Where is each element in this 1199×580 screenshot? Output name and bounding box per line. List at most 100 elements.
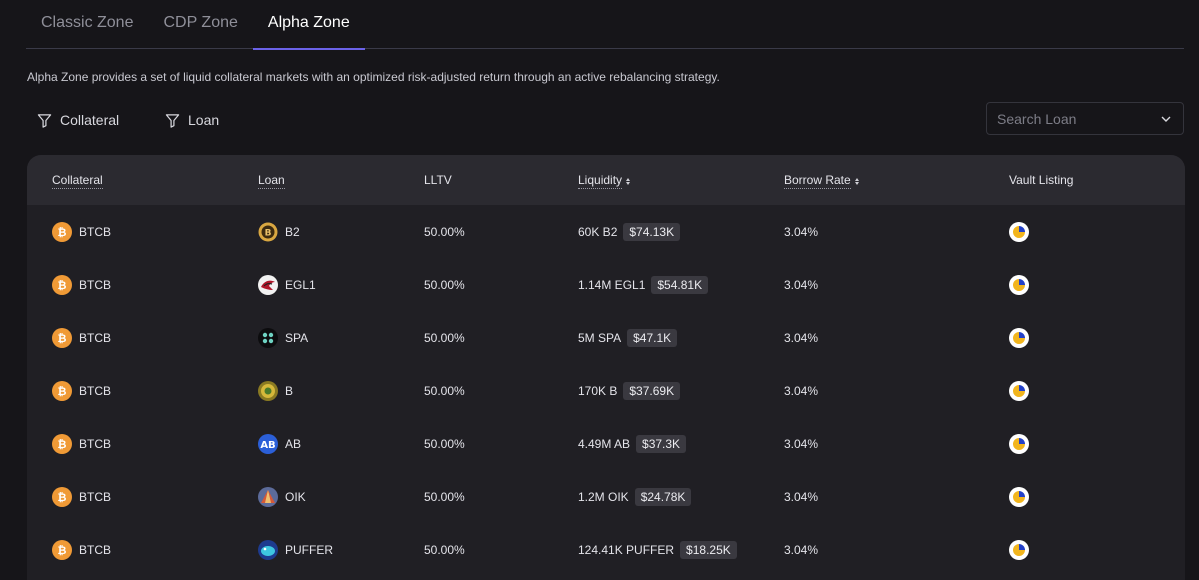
tab-classic-zone[interactable]: Classic Zone xyxy=(26,0,148,49)
search-loan-placeholder: Search Loan xyxy=(997,110,1077,127)
liquidity-usd-badge: $24.78K xyxy=(634,487,692,506)
loan-cell: SPA xyxy=(258,311,308,364)
btcb-token-icon: ₿ xyxy=(52,433,72,454)
search-loan-select[interactable]: Search Loan xyxy=(986,102,1184,135)
vault-listing-cell xyxy=(1009,258,1029,311)
vault-logo-icon[interactable] xyxy=(1009,486,1029,507)
vault-listing-cell xyxy=(1009,364,1029,417)
liquidity-cell: 1.2M OIK $24.78K xyxy=(578,470,692,523)
collateral-cell: ₿ BTCB xyxy=(52,417,111,470)
table-row[interactable]: ₿ BTCB EGL1 50.00% 1.14M EGL1 $54.81K 3.04% xyxy=(27,258,1185,311)
lltv-cell: 50.00% xyxy=(424,277,465,292)
liquidity-usd-badge: $37.69K xyxy=(623,381,681,400)
collateral-cell: ₿ BTCB xyxy=(52,470,111,523)
table-row[interactable]: ₿ BTCB OIK 50.00% 1.2M OIK $24.78K 3.04% xyxy=(27,470,1185,523)
header-borrow-rate[interactable]: Borrow Rate xyxy=(784,173,859,189)
btcb-token-icon: ₿ xyxy=(52,221,72,242)
table-row[interactable]: ₿ BTCB PUFFER 50.00% 124.41K PUFFER $18.25K 3.… xyxy=(27,523,1185,576)
vault-logo-icon[interactable] xyxy=(1009,433,1029,454)
lltv-cell: 50.00% xyxy=(424,330,465,345)
table-row[interactable]: ₿ BTCB B B2 50.00% 60K B2 $74.13K 3.04% xyxy=(27,205,1185,258)
liquidity-cell: 1.14M EGL1 $54.81K xyxy=(578,258,709,311)
vault-logo-icon[interactable] xyxy=(1009,221,1029,242)
loan-cell: PUFFER xyxy=(258,523,333,576)
loan-cell: OIK xyxy=(258,470,306,523)
svg-text:₿: ₿ xyxy=(58,332,67,345)
puffer-token-icon xyxy=(258,539,278,560)
svg-text:₿: ₿ xyxy=(58,279,67,292)
loan-symbol: B xyxy=(285,383,294,398)
filter-icon xyxy=(37,113,52,128)
liquidity-amount: 1.14M EGL1 xyxy=(578,277,646,292)
b-token-icon xyxy=(258,380,278,401)
vault-logo-icon[interactable] xyxy=(1009,274,1029,295)
liquidity-cell: 60K B2 $74.13K xyxy=(578,205,681,258)
lltv-cell: 50.00% xyxy=(424,224,465,239)
liquidity-cell: 4.49M AB $37.3K xyxy=(578,417,687,470)
vault-listing-cell xyxy=(1009,417,1029,470)
liquidity-amount: 4.49M AB xyxy=(578,436,631,451)
header-liquidity[interactable]: Liquidity xyxy=(578,173,631,189)
liquidity-cell: 124.41K PUFFER $18.25K xyxy=(578,523,737,576)
tab-alpha-zone[interactable]: Alpha Zone xyxy=(252,0,365,50)
table-row[interactable]: ₿ BTCB SPA 50.00% 5M SPA $47.1K 3.04% xyxy=(27,311,1185,364)
loan-filter-button[interactable]: Loan xyxy=(165,110,219,130)
btcb-token-icon: ₿ xyxy=(52,327,72,348)
zone-description: Alpha Zone provides a set of liquid coll… xyxy=(27,70,720,84)
loan-symbol: SPA xyxy=(285,330,309,345)
table-row[interactable]: ₿ BTCB B 50.00% 170K B $37.69K 3.04% xyxy=(27,364,1185,417)
loan-cell: AB AB xyxy=(258,417,301,470)
table-row[interactable]: ₿ BTCB AB AB 50.00% 4.49M AB $37.3K 3.04% xyxy=(27,417,1185,470)
sort-icon xyxy=(854,177,859,185)
svg-text:₿: ₿ xyxy=(58,226,67,239)
collateral-filter-label: Collateral xyxy=(60,112,120,128)
loan-cell: EGL1 xyxy=(258,258,316,311)
table-body: ₿ BTCB B B2 50.00% 60K B2 $74.13K 3.04% ₿ BTCB EGL… xyxy=(27,205,1185,576)
header-vault-listing: Vault Listing xyxy=(1009,173,1074,187)
svg-text:₿: ₿ xyxy=(58,385,67,398)
spa-token-icon xyxy=(258,327,278,348)
collateral-cell: ₿ BTCB xyxy=(52,523,111,576)
collateral-symbol: BTCB xyxy=(79,224,112,239)
vault-listing-cell xyxy=(1009,311,1029,364)
btcb-token-icon: ₿ xyxy=(52,539,72,560)
vault-listing-cell xyxy=(1009,523,1029,576)
vault-logo-icon[interactable] xyxy=(1009,380,1029,401)
liquidity-cell: 170K B $37.69K xyxy=(578,364,681,417)
header-loan[interactable]: Loan xyxy=(258,173,285,189)
liquidity-usd-badge: $47.1K xyxy=(627,328,678,347)
tab-cdp-zone[interactable]: CDP Zone xyxy=(148,0,252,49)
btcb-token-icon: ₿ xyxy=(52,274,72,295)
collateral-filter-button[interactable]: Collateral xyxy=(37,110,119,130)
loan-symbol: AB xyxy=(285,436,302,451)
lltv-cell: 50.00% xyxy=(424,436,465,451)
collateral-symbol: BTCB xyxy=(79,436,112,451)
liquidity-usd-badge: $54.81K xyxy=(651,275,709,294)
liquidity-amount: 5M SPA xyxy=(578,330,622,345)
loan-filter-label: Loan xyxy=(188,112,220,128)
borrow-rate-cell: 3.04% xyxy=(784,436,819,451)
liquidity-usd-badge: $37.3K xyxy=(636,434,687,453)
vault-logo-icon[interactable] xyxy=(1009,539,1029,560)
svg-text:₿: ₿ xyxy=(58,438,67,451)
vault-listing-cell xyxy=(1009,470,1029,523)
loan-symbol: PUFFER xyxy=(285,542,333,557)
header-lltv: LLTV xyxy=(424,173,452,187)
collateral-symbol: BTCB xyxy=(79,277,112,292)
header-collateral[interactable]: Collateral xyxy=(52,173,103,189)
liquidity-cell: 5M SPA $47.1K xyxy=(578,311,678,364)
collateral-symbol: BTCB xyxy=(79,383,112,398)
chevron-down-icon xyxy=(1161,116,1171,122)
vault-logo-icon[interactable] xyxy=(1009,327,1029,348)
borrow-rate-cell: 3.04% xyxy=(784,330,819,345)
vault-listing-cell xyxy=(1009,205,1029,258)
liquidity-amount: 124.41K PUFFER xyxy=(578,542,675,557)
svg-text:AB: AB xyxy=(260,440,275,451)
liquidity-amount: 1.2M OIK xyxy=(578,489,629,504)
collateral-symbol: BTCB xyxy=(79,542,112,557)
collateral-symbol: BTCB xyxy=(79,489,112,504)
collateral-cell: ₿ BTCB xyxy=(52,364,111,417)
loan-cell: B xyxy=(258,364,293,417)
markets-table: Collateral Loan LLTV Liquidity Borrow Ra… xyxy=(27,155,1185,580)
svg-text:₿: ₿ xyxy=(58,491,67,504)
